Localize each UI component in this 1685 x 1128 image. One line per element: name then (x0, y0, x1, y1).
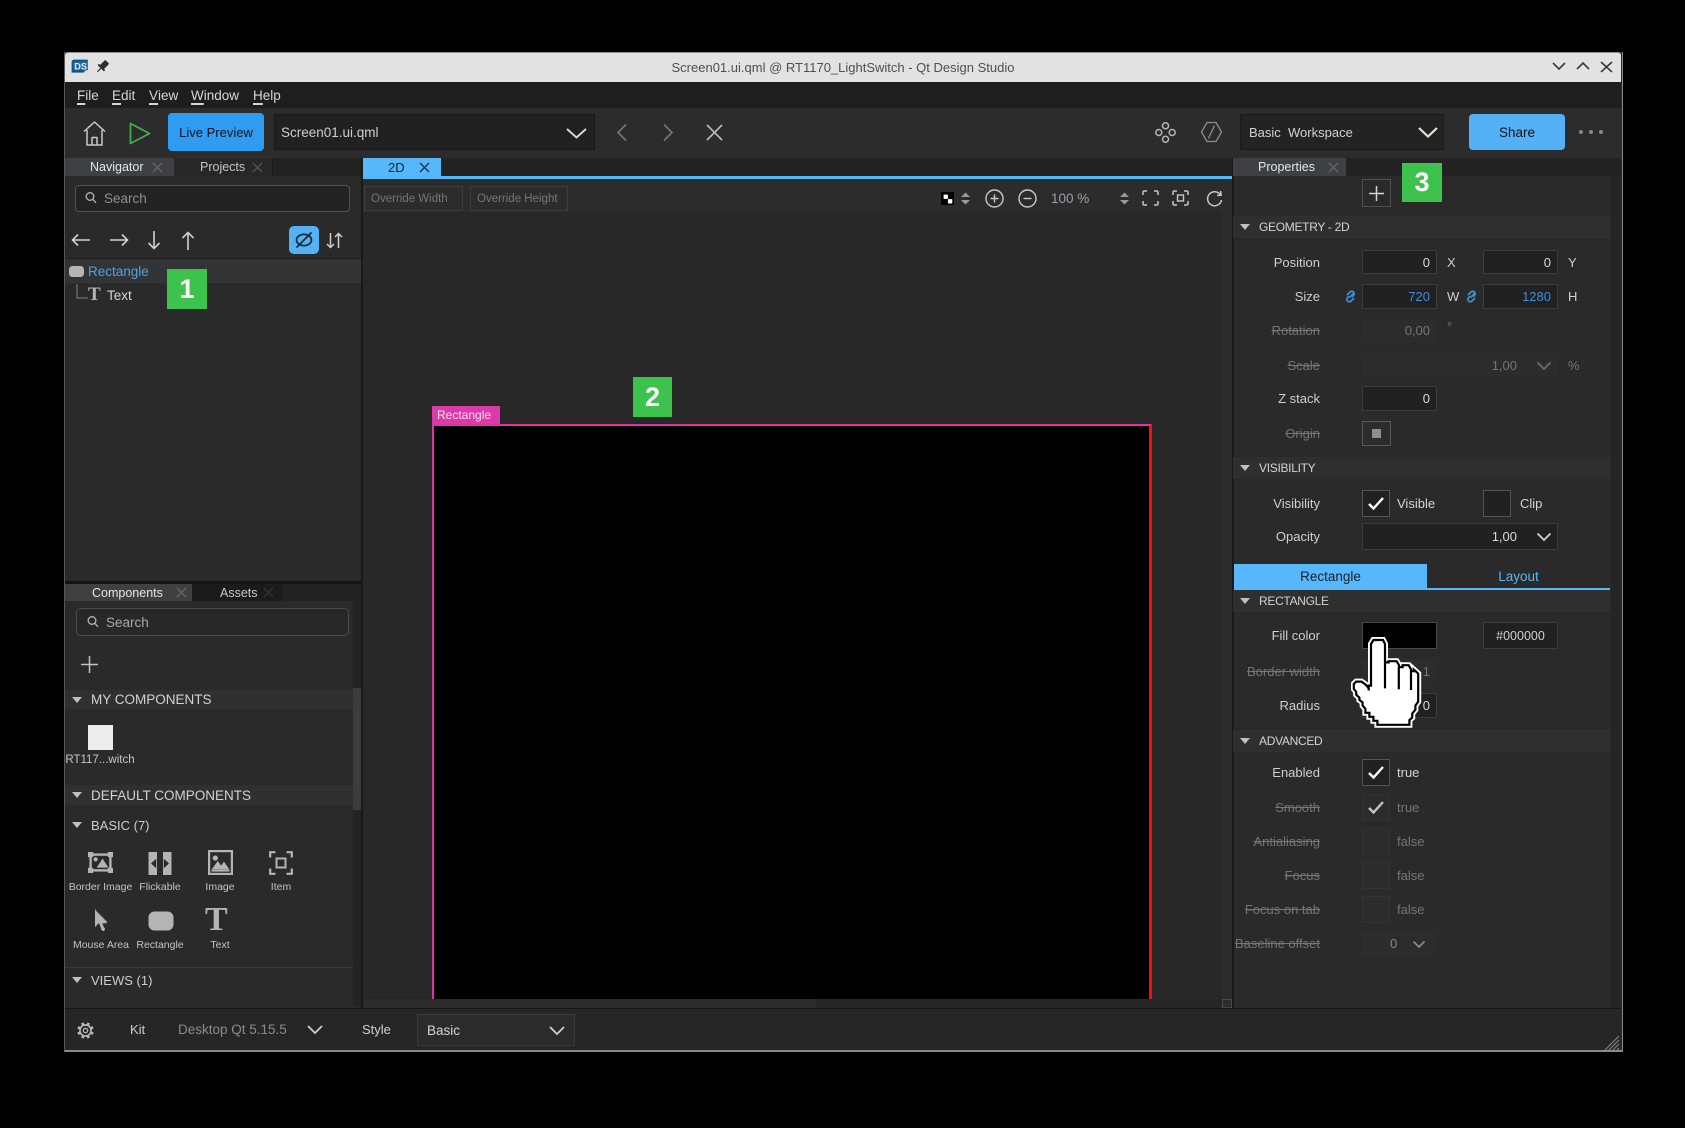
svg-text:DS: DS (74, 62, 87, 72)
